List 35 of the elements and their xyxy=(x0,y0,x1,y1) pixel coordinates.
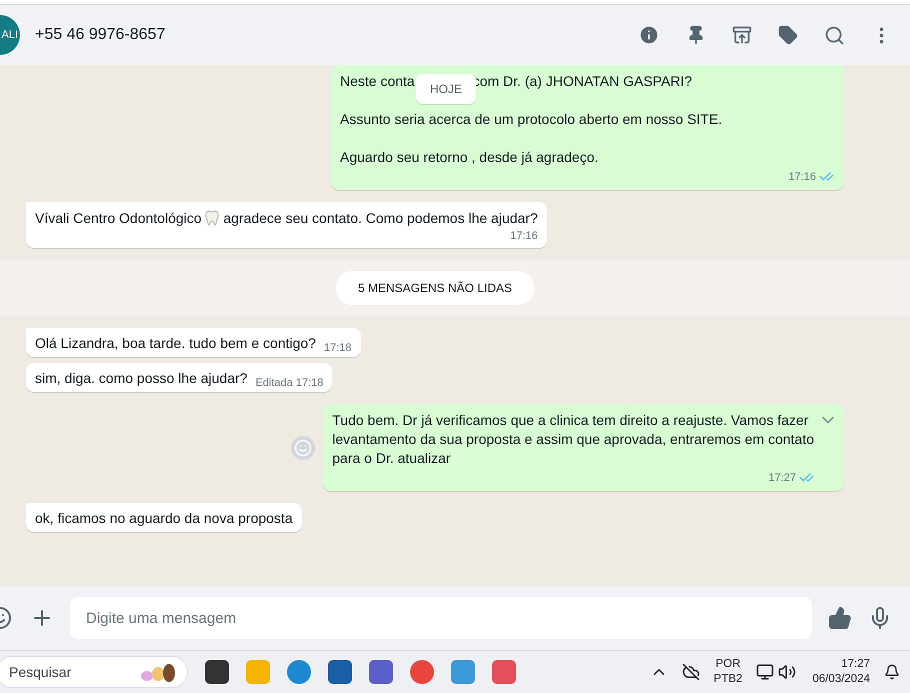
message-text: ok, ficamos no aguardo da nova proposta xyxy=(35,510,293,526)
message-text: para o Dr. atualizar xyxy=(332,450,451,466)
info-icon[interactable] xyxy=(638,24,660,46)
taskbar-search[interactable]: Pesquisar xyxy=(0,656,188,688)
message-time: 17:16 xyxy=(510,230,538,242)
thumbs-up-icon[interactable] xyxy=(828,606,852,630)
contact-avatar[interactable]: ALI xyxy=(0,15,20,55)
message-text: sim, diga. como posso lhe ajudar? xyxy=(35,370,248,386)
message-text: Assunto seria acerca de um protocolo aberto em nosso SITE. xyxy=(340,111,722,127)
message-text: Olá Lizandra, boa tarde. tudo bem e contigo? xyxy=(35,335,316,351)
notification-bell-icon[interactable] xyxy=(884,664,900,680)
contact-number: +55 46 9976-8657 xyxy=(35,26,166,44)
search-icon[interactable] xyxy=(824,24,845,46)
message-text: Vívali Centro Odontológico xyxy=(35,210,202,226)
message-text: agradece seu contato. Como podemos lhe ajudar? xyxy=(223,210,538,226)
message-text: Neste conta xyxy=(340,73,415,89)
unread-count-label: 5 MENSAGENS NÃO LIDAS xyxy=(336,271,534,305)
message-text: levantamento da sua proposta e assim que aprovada, entraremos em contato xyxy=(332,431,814,447)
language-indicator[interactable]: POR PTB2 xyxy=(714,657,742,687)
network-icon[interactable] xyxy=(756,663,774,681)
volume-icon[interactable] xyxy=(778,663,796,681)
tag-icon[interactable] xyxy=(778,25,798,45)
tooth-icon xyxy=(205,210,220,226)
cloud-off-icon[interactable] xyxy=(682,663,700,681)
message-text: Aguardo seu retorno , desde já agradeço. xyxy=(340,149,598,165)
taskbar-clock[interactable]: 17:27 06/03/2024 xyxy=(812,657,870,687)
date-chip: HOJE xyxy=(416,74,476,104)
message-time: 17:18 xyxy=(324,342,352,354)
message-text: Tudo bem. Dr já verificamos que a clinica tem direito a reajuste. Vamos fazer xyxy=(332,412,808,428)
message-time: 17:27 xyxy=(768,472,796,484)
search-label: Pesquisar xyxy=(9,664,72,680)
message-time: Editada 17:18 xyxy=(255,377,324,389)
message-input[interactable]: Digite uma mensagem xyxy=(70,597,812,639)
archive-icon[interactable] xyxy=(732,25,752,45)
message-time: 17:16 xyxy=(788,170,816,182)
